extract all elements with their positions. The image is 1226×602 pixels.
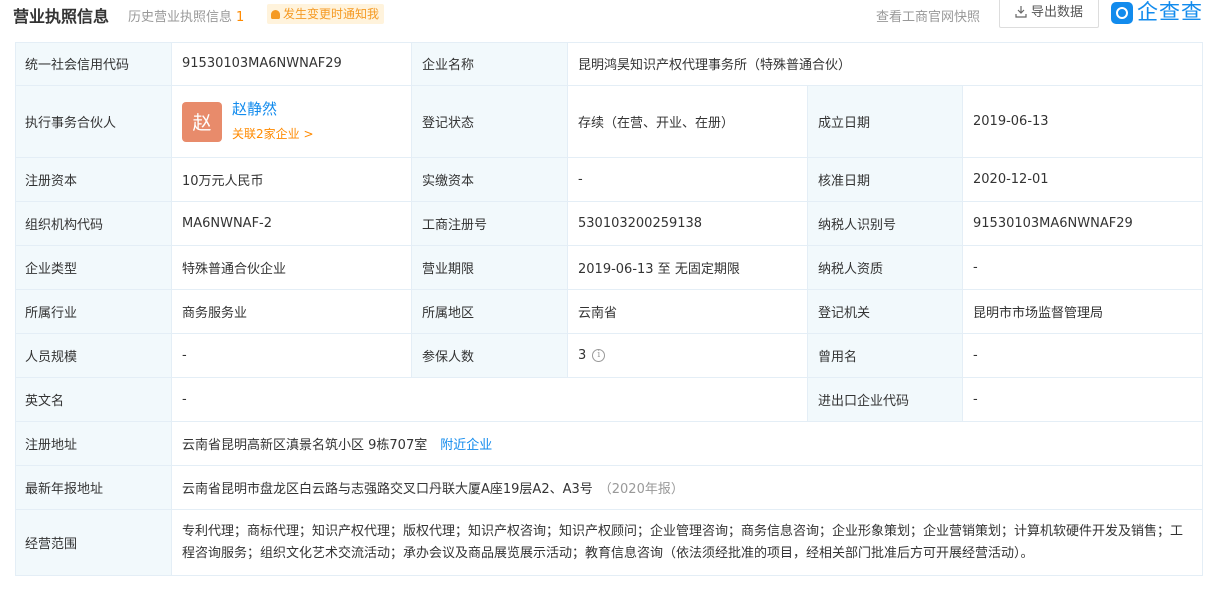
logo-text: 企查查 [1137, 0, 1203, 24]
logo-mark-icon [1111, 2, 1133, 24]
partner-name-link[interactable]: 赵静然 [232, 99, 314, 119]
value-found-date: 2019-06-13 [963, 86, 1203, 158]
label-approve-date: 核准日期 [808, 158, 963, 202]
value-taxpayer-quality: - [963, 246, 1203, 290]
value-partner: 赵 赵静然 关联2家企业 > [172, 86, 412, 158]
value-insured: 3i [568, 334, 808, 378]
label-reg-address: 注册地址 [15, 422, 172, 466]
nearby-companies-link[interactable]: 附近企业 [440, 434, 492, 453]
value-biz-term: 2019-06-13 至 无固定期限 [568, 246, 808, 290]
value-approve-date: 2020-12-01 [963, 158, 1203, 202]
download-icon [1015, 6, 1027, 18]
history-license-link[interactable]: 历史营业执照信息 1 [128, 6, 244, 25]
value-scope: 专利代理；商标代理；知识产权代理；版权代理；知识产权咨询；知识产权顾问；企业管理… [172, 510, 1203, 576]
value-org-code: MA6NWNAF-2 [172, 202, 412, 246]
report-year-note: （2020年报） [598, 482, 684, 497]
notify-label: 发生变更时通知我 [283, 7, 380, 21]
label-biz-reg-no: 工商注册号 [412, 202, 568, 246]
value-import-export: - [963, 378, 1203, 422]
label-found-date: 成立日期 [808, 86, 963, 158]
section-header: 营业执照信息 历史营业执照信息 1 发生变更时通知我 查看工商官网快照 导出数据 … [0, 0, 1226, 30]
license-table: 统一社会信用代码 91530103MA6NWNAF29 企业名称 昆明鸿昊知识产… [15, 42, 1203, 576]
label-english-name: 英文名 [15, 378, 172, 422]
label-company-type: 企业类型 [15, 246, 172, 290]
label-region: 所属地区 [412, 290, 568, 334]
info-icon[interactable]: i [592, 349, 606, 362]
value-staff-size: - [172, 334, 412, 378]
label-paid-capital: 实缴资本 [412, 158, 568, 202]
label-reg-status: 登记状态 [412, 86, 568, 158]
label-reg-authority: 登记机关 [808, 290, 963, 334]
label-industry: 所属行业 [15, 290, 172, 334]
insured-count: 3 [578, 348, 587, 363]
export-label: 导出数据 [1030, 5, 1083, 20]
label-taxpayer-id: 纳税人识别号 [808, 202, 963, 246]
value-reg-address: 云南省昆明高新区滇景名筑小区 9栋707室 附近企业 [172, 422, 1203, 466]
label-credit-code: 统一社会信用代码 [15, 42, 172, 86]
label-company-name: 企业名称 [412, 42, 568, 86]
value-company-type: 特殊普通合伙企业 [172, 246, 412, 290]
value-industry: 商务服务业 [172, 290, 412, 334]
label-org-code: 组织机构代码 [15, 202, 172, 246]
notify-button[interactable]: 发生变更时通知我 [267, 4, 385, 24]
label-biz-term: 营业期限 [412, 246, 568, 290]
avatar[interactable]: 赵 [182, 101, 222, 142]
section-title: 营业执照信息 [13, 7, 110, 26]
label-staff-size: 人员规模 [15, 334, 172, 378]
value-report-address: 云南省昆明市盘龙区白云路与志强路交叉口丹联大厦A座19层A2、A3号 （2020年… [172, 466, 1203, 510]
bell-icon [271, 10, 280, 19]
label-import-export: 进出口企业代码 [808, 378, 963, 422]
report-address-text: 云南省昆明市盘龙区白云路与志强路交叉口丹联大厦A座19层A2、A3号 [182, 482, 593, 497]
value-paid-capital: - [568, 158, 808, 202]
value-credit-code: 91530103MA6NWNAF29 [172, 42, 412, 86]
value-reg-status: 存续（在营、开业、在册） [568, 86, 808, 158]
related-companies-link[interactable]: 关联2家企业 > [232, 124, 314, 144]
history-label: 历史营业执照信息 [128, 10, 233, 25]
value-reg-capital: 10万元人民币 [172, 158, 412, 202]
value-english-name: - [172, 378, 808, 422]
label-former-name: 曾用名 [808, 334, 963, 378]
label-insured: 参保人数 [412, 334, 568, 378]
value-reg-authority: 昆明市市场监督管理局 [963, 290, 1203, 334]
label-reg-capital: 注册资本 [15, 158, 172, 202]
history-count: 1 [236, 10, 245, 25]
reg-address-text: 云南省昆明高新区滇景名筑小区 9栋707室 [182, 438, 428, 453]
snapshot-link[interactable]: 查看工商官网快照 [876, 6, 980, 25]
partner-info: 赵静然 关联2家企业 > [232, 99, 314, 144]
value-region: 云南省 [568, 290, 808, 334]
export-button[interactable]: 导出数据 [999, 0, 1099, 28]
label-scope: 经营范围 [15, 510, 172, 576]
label-taxpayer-quality: 纳税人资质 [808, 246, 963, 290]
value-biz-reg-no: 530103200259138 [568, 202, 808, 246]
value-company-name: 昆明鸿昊知识产权代理事务所（特殊普通合伙） [568, 42, 1203, 86]
value-former-name: - [963, 334, 1203, 378]
label-report-address: 最新年报地址 [15, 466, 172, 510]
label-partner: 执行事务合伙人 [15, 86, 172, 158]
value-taxpayer-id: 91530103MA6NWNAF29 [963, 202, 1203, 246]
